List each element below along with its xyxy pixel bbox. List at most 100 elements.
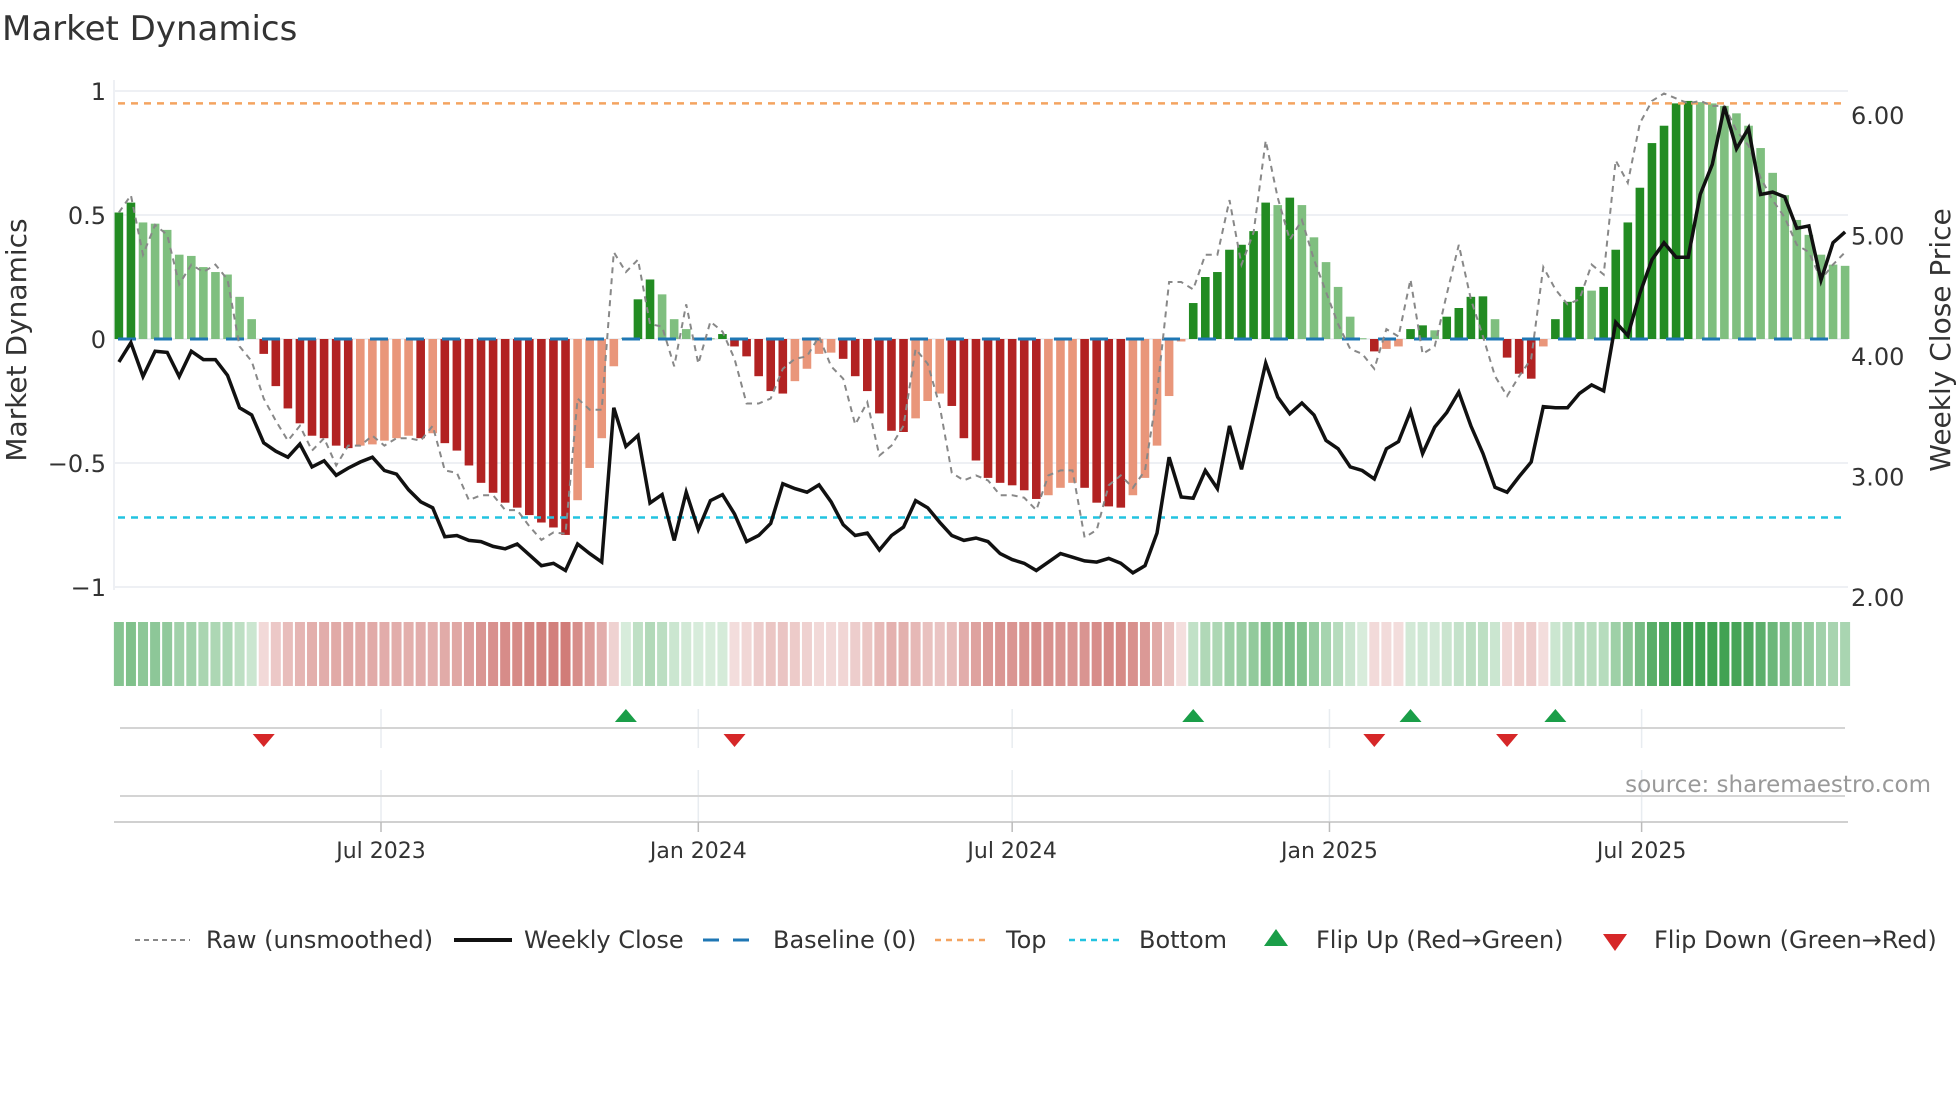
legend-label-bottom: Bottom <box>1139 926 1227 954</box>
regime-strip-cell <box>620 622 631 686</box>
regime-strip-cell <box>500 622 511 686</box>
regime-strip-cell <box>1043 622 1054 686</box>
regime-strip-cell <box>174 622 185 686</box>
dynamics-bar <box>211 272 220 339</box>
dynamics-bars <box>114 100 1850 535</box>
regime-strip-cell <box>983 622 994 686</box>
regime-strip-cell <box>113 622 124 686</box>
dynamics-bar <box>1720 105 1729 339</box>
regime-strip-cell <box>1345 622 1356 686</box>
legend-item-baseline[interactable]: Baseline (0) <box>703 926 916 954</box>
regime-strip-cell <box>584 622 595 686</box>
dynamics-bar <box>307 339 317 436</box>
x-tick-label: Jul 2023 <box>334 839 426 864</box>
dynamics-bar <box>573 339 582 501</box>
regime-strip-cell <box>1659 622 1670 686</box>
regime-strip-cell <box>1538 622 1549 686</box>
dynamics-bar <box>1490 319 1500 339</box>
y2-tick-label: 6.00 <box>1851 102 1904 130</box>
dynamics-bar <box>1201 277 1210 339</box>
dynamics-bar <box>162 229 172 339</box>
x-tick-label: Jan 2024 <box>648 839 747 864</box>
regime-strip-cell <box>1308 622 1319 686</box>
regime-strip-cell <box>1007 622 1018 686</box>
dynamics-bar <box>1683 100 1693 339</box>
legend-item-raw[interactable]: Raw (unsmoothed) <box>135 926 433 954</box>
regime-strip-cell <box>1296 622 1307 686</box>
regime-strip-cell <box>814 622 825 686</box>
regime-strip-cell <box>1815 622 1826 686</box>
regime-strip-cell <box>1598 622 1609 686</box>
legend: Raw (unsmoothed) Weekly Close Baseline (… <box>135 926 1937 954</box>
regime-strip-cell <box>138 622 149 686</box>
dynamics-bar <box>1128 339 1138 496</box>
legend-item-top[interactable]: Top <box>935 926 1047 954</box>
dynamics-bar <box>404 339 413 436</box>
y2-tick-label: 5.00 <box>1851 223 1904 251</box>
regime-strip-cell <box>319 622 330 686</box>
regime-strip-cell <box>210 622 221 686</box>
dynamics-bar <box>1828 264 1838 339</box>
regime-strip-cell <box>246 622 257 686</box>
legend-item-bottom[interactable]: Bottom <box>1069 926 1227 954</box>
legend-item-flip-up[interactable]: Flip Up (Red→Green) <box>1264 926 1564 954</box>
x-tick-label: Jan 2025 <box>1279 839 1378 864</box>
regime-strip <box>113 622 1851 686</box>
dynamics-bar <box>597 339 607 439</box>
regime-strip-cell <box>1405 622 1416 686</box>
regime-strip-cell <box>1755 622 1766 686</box>
regime-strip-cell <box>1803 622 1814 686</box>
regime-strip-cell <box>1574 622 1585 686</box>
legend-item-flip-down[interactable]: Flip Down (Green→Red) <box>1603 926 1937 954</box>
regime-strip-cell <box>1683 622 1694 686</box>
regime-strip-cell <box>331 622 342 686</box>
dynamics-bar <box>1454 308 1464 339</box>
dynamics-bar <box>1321 262 1331 339</box>
dynamics-bar <box>1007 339 1017 486</box>
regime-strip-cell <box>1622 622 1633 686</box>
left-y-ticks: 1 0.5 0 −0.5 −1 <box>48 78 106 602</box>
regime-strip-cell <box>1610 622 1621 686</box>
dynamics-bar <box>875 339 884 414</box>
dynamics-bar <box>537 339 546 523</box>
regime-strip-cell <box>1719 622 1730 686</box>
y2-tick-label: 2.00 <box>1851 584 1904 612</box>
regime-strip-cell <box>777 622 788 686</box>
regime-strip-cell <box>717 622 728 686</box>
regime-strip-cell <box>1514 622 1525 686</box>
regime-strip-cell <box>294 622 305 686</box>
dynamics-bar <box>657 294 667 339</box>
regime-strip-cell <box>874 622 885 686</box>
dynamics-bar <box>669 319 679 339</box>
regime-strip-cell <box>632 622 643 686</box>
regime-strip-cell <box>910 622 921 686</box>
y-tick-label: 0 <box>91 326 106 354</box>
dynamics-bar <box>1285 197 1295 339</box>
regime-strip-cell <box>488 622 499 686</box>
regime-strip-cell <box>596 622 607 686</box>
y2-tick-label: 3.00 <box>1851 464 1904 492</box>
regime-strip-cell <box>1767 622 1778 686</box>
regime-strip-cell <box>693 622 704 686</box>
regime-strip-cell <box>1634 622 1645 686</box>
regime-strip-cell <box>451 622 462 686</box>
dynamics-bar <box>488 339 498 493</box>
regime-strip-cell <box>681 622 692 686</box>
dynamics-bar <box>356 339 365 446</box>
dynamics-bar <box>899 339 908 432</box>
dynamics-bar <box>500 339 510 503</box>
dynamics-bar <box>1563 301 1572 339</box>
regime-strip-cell <box>705 622 716 686</box>
dynamics-bar <box>1551 319 1560 339</box>
dynamics-bar <box>754 339 763 377</box>
dynamics-bar <box>440 339 450 444</box>
legend-item-close[interactable]: Weekly Close <box>454 926 684 954</box>
regime-strip-cell <box>789 622 800 686</box>
dynamics-bar <box>343 339 353 449</box>
regime-strip-cell <box>886 622 897 686</box>
dynamics-bar <box>766 339 776 392</box>
regime-strip-cell <box>439 622 450 686</box>
regime-strip-cell <box>1490 622 1501 686</box>
dynamics-bar <box>838 339 848 359</box>
regime-strip-cell <box>150 622 161 686</box>
